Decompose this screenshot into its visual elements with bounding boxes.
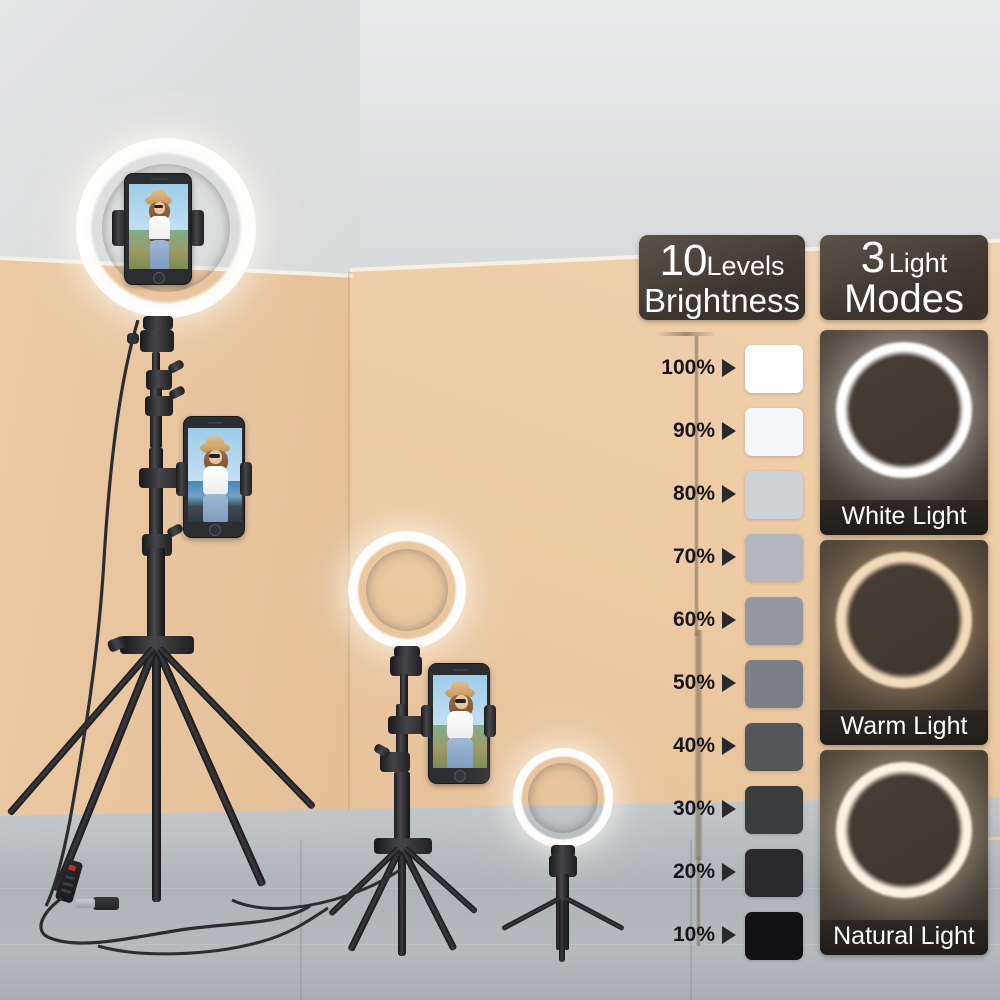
brightness-levels-word: Levels [706,250,785,281]
brightness-level-arrow-icon [722,422,736,440]
ball-head-joint [390,656,422,676]
brightness-level-arrow-icon [722,800,736,818]
phone-home-button [454,770,466,782]
phone-home-button [153,272,165,284]
brightness-header-line2: Brightness [644,281,800,319]
photo-sunglasses [209,454,220,458]
controller-led [68,864,77,872]
light-mode-card[interactable]: Warm Light [820,540,988,745]
brightness-level-label: 90% [672,419,715,442]
light-mode-label: Natural Light [820,920,988,955]
light-mode-label: Warm Light [820,710,988,745]
power-cable [44,320,140,907]
ring-inner-shadow [528,763,598,833]
phone-home-button [209,524,221,536]
brightness-header-line1: 10Levels [659,235,785,285]
photo-face [154,202,165,214]
brightness-level-arrow-icon [722,737,736,755]
brightness-level-swatch[interactable] [745,345,803,393]
brightness-level-swatch[interactable] [745,786,803,834]
brightness-level-swatch[interactable] [745,597,803,645]
brightness-level-arrow-icon [722,674,736,692]
brightness-level-label: 80% [672,482,715,505]
phone-screen [129,184,188,269]
usb-connector [76,899,95,908]
brightness-level-swatch[interactable] [745,534,803,582]
brightness-level-label: 20% [672,860,715,883]
phone-speaker [151,178,168,180]
product-infographic: 10Levels Brightness 100% 90% 80% 70% 60% 50% 4… [0,0,1000,1000]
holder-grip-right [240,462,252,496]
phone-on-holder-arm [428,663,490,784]
phone-holder-right-arm [190,210,204,246]
photo-top [203,466,228,495]
ring-inner-shadow [366,549,448,631]
light-mode-ring-preview [836,552,972,688]
brightness-level-arrow-icon [722,548,736,566]
brightness-level-swatch[interactable] [745,912,803,960]
pole-section-top [400,674,408,706]
phone-speaker [208,422,223,424]
holder-grip-right [484,705,496,737]
brightness-tick-marker [656,332,716,336]
photo-top [149,216,170,241]
wall-corner [348,272,351,852]
brightness-level-swatch[interactable] [745,723,803,771]
photo-jeans [203,494,228,522]
modes-header-line1: 3 Light [861,236,948,280]
light-mode-card[interactable]: Natural Light [820,750,988,955]
modes-count: 3 [860,233,886,282]
brightness-level-label: 30% [672,797,715,820]
mini-leg-center [559,900,565,962]
light-mode-ring-preview [836,762,972,898]
brightness-count: 10 [659,235,708,285]
photo-sunglasses [154,205,163,208]
brightness-level-swatch[interactable] [745,660,803,708]
brightness-level-swatch[interactable] [745,849,803,897]
brightness-level-arrow-icon [722,485,736,503]
modes-header-line2: Modes [843,277,965,321]
photo-hat [151,190,167,201]
modes-header: 3 Light Modes [820,235,988,320]
brightness-level-arrow-icon [722,863,736,881]
brightness-level-arrow-icon [722,611,736,629]
modes-light-word: Light [888,248,948,278]
usb-plug [93,897,119,910]
phone-screen [433,675,487,768]
light-mode-card[interactable]: White Light [820,330,988,535]
photo-top [447,711,473,739]
light-mode-label: White Light [820,500,988,535]
brightness-level-label: 60% [672,608,715,631]
phone-in-ring [124,173,192,285]
brightness-level-label: 10% [672,923,715,946]
brightness-level-label: 40% [672,734,715,757]
brightness-level-swatch[interactable] [745,408,803,456]
photo-jeans [447,738,473,768]
brightness-level-swatch[interactable] [745,471,803,519]
pole-section-3 [394,772,410,844]
light-mode-ring-preview [836,342,972,478]
phone-holder-left-arm [112,210,126,246]
holder-grip-left [421,705,433,737]
brightness-level-label: 50% [672,671,715,694]
power-cable [231,868,401,910]
photo-sunglasses [455,699,466,703]
brightness-level-arrow-icon [722,359,736,377]
photo-jeans [150,240,169,269]
brightness-level-arrow-icon [722,926,736,944]
photo-hat [206,436,224,448]
phone-speaker [453,669,468,671]
brightness-level-label: 70% [672,545,715,568]
brightness-header: 10Levels Brightness [639,235,805,320]
photo-hat [451,681,469,693]
brightness-level-label: 100% [661,356,715,379]
